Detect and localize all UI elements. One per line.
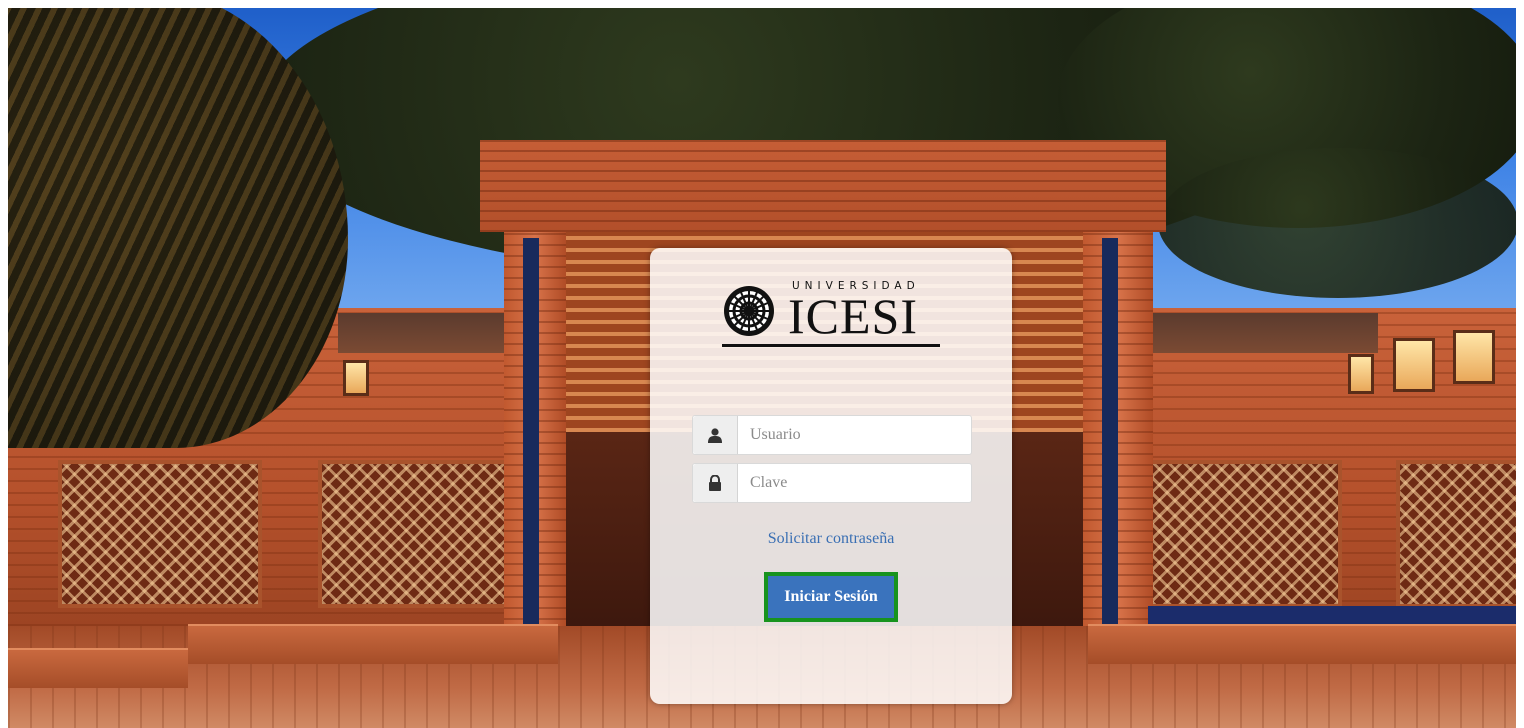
tree-canopy [1158,148,1516,298]
gate-dark-stripe [523,238,539,628]
username-field [692,415,972,455]
roof-left [338,313,528,353]
building-window [343,360,369,396]
palm-tree [8,8,348,448]
login-card: UNIVERSIDAD ICESI Solicitar contr [650,248,1012,704]
gate-lintel [480,140,1166,232]
username-input[interactable] [738,416,971,454]
icesi-logo: UNIVERSIDAD ICESI [722,278,942,350]
icesi-seal-icon [724,286,774,336]
brick-bench [1088,624,1516,664]
password-input[interactable] [738,464,971,502]
reflecting-pool [1148,606,1516,626]
user-icon [693,416,738,454]
gate-dark-stripe [1102,238,1118,628]
roof-right [1138,313,1378,353]
logo-underline [722,344,940,347]
request-password-link[interactable]: Solicitar contraseña [650,530,1012,548]
login-button[interactable]: Iniciar Sesión [764,572,898,622]
page-background: UNIVERSIDAD ICESI Solicitar contr [8,8,1516,728]
brick-lattice [1148,460,1342,608]
brick-lattice [318,460,510,608]
building-window [1453,330,1495,384]
password-field [692,463,972,503]
building-window [1348,354,1374,394]
building-window [1393,338,1435,392]
brick-bench [8,648,188,688]
brick-lattice [58,460,262,608]
logo-name: ICESI [788,288,918,344]
brick-bench [188,624,558,664]
lock-icon [693,464,738,502]
gate-pillar [1083,232,1153,642]
brick-lattice [1396,460,1516,608]
